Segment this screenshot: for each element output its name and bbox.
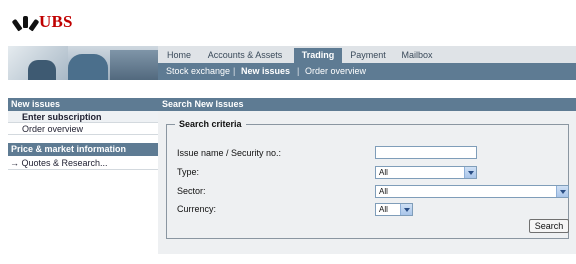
sidebar-item-order-overview[interactable]: Order overview [8,123,158,135]
subnav-separator: | [233,66,236,76]
currency-select-value: All [379,205,388,214]
chevron-down-icon[interactable] [556,186,568,197]
chevron-down-icon[interactable] [464,167,476,178]
tab-payment[interactable]: Payment [344,48,392,63]
main-content: Search New Issues Search criteria Issue … [158,98,576,254]
currency-label: Currency: [177,204,217,214]
top-nav: Home Accounts & Assets Trading Payment M… [158,46,576,63]
search-button[interactable]: Search [529,219,569,233]
subnav-stock-exchange[interactable]: Stock exchange [166,65,230,78]
sidebar-item-quotes-research[interactable]: → Quotes & Research... [8,156,158,170]
tab-mailbox[interactable]: Mailbox [396,48,438,63]
subnav-order-overview[interactable]: Order overview [305,65,366,78]
sidebar: New issues Enter subscription Order over… [8,98,158,170]
sidebar-item-enter-subscription[interactable]: Enter subscription [8,111,158,123]
arrow-right-icon: → [10,158,19,168]
tab-trading[interactable]: Trading [294,48,342,63]
three-keys-icon [11,13,40,32]
tab-home[interactable]: Home [162,48,196,63]
chevron-down-icon[interactable] [400,204,412,215]
type-select-value: All [379,168,388,177]
type-label: Type: [177,167,200,177]
issue-name-label: Issue name / Security no.: [177,148,282,158]
currency-select[interactable]: All [375,203,413,216]
sidebar-item-label: Quotes & Research... [21,158,108,168]
fieldset-legend: Search criteria [179,119,242,129]
header-photo [8,46,158,80]
ubs-logo[interactable]: UBS [11,12,73,32]
tab-accounts-assets[interactable]: Accounts & Assets [202,48,288,63]
sector-select[interactable]: All [375,185,569,198]
sub-nav: Stock exchange | New issues | Order over… [158,63,576,80]
type-select[interactable]: All [375,166,477,179]
sidebar-section-price-market: Price & market information [8,143,158,156]
page-title: Search New Issues [158,98,576,111]
brand-name: UBS [39,12,73,31]
search-criteria-fieldset: Search criteria Issue name / Security no… [166,119,569,239]
subnav-new-issues[interactable]: New issues [241,65,290,78]
issue-name-input[interactable] [375,146,477,159]
sidebar-section-new-issues: New issues [8,98,158,111]
subnav-separator: | [297,66,300,76]
header: UBS [0,0,576,46]
sector-label: Sector: [177,186,206,196]
sector-select-value: All [379,187,388,196]
